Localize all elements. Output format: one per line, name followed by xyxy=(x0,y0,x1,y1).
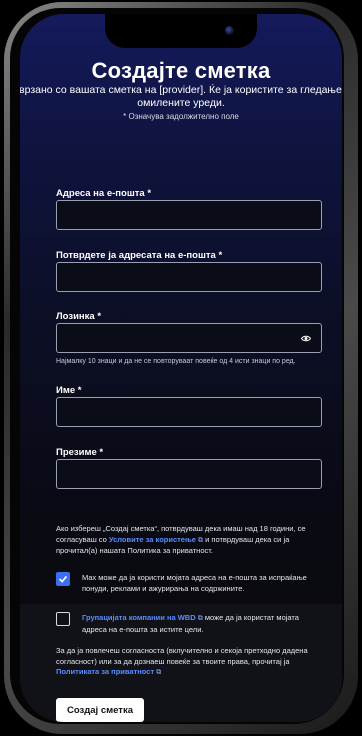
max-consent-text: Max може да ја користи мојата адреса на … xyxy=(82,573,307,593)
terms-notice: Ако избереш „Создај сметка“, потврдуваш … xyxy=(56,524,322,557)
external-link-icon: ⧉ xyxy=(156,669,162,676)
app-screen: Создајте сметка Поврзано со вашата сметк… xyxy=(20,14,342,722)
last-name-label: Презиме * xyxy=(56,447,104,458)
eye-icon[interactable] xyxy=(301,334,311,343)
phone-notch xyxy=(105,14,257,48)
create-account-button[interactable]: Создај сметка xyxy=(56,698,144,722)
wbd-consent-checkbox[interactable] xyxy=(56,612,70,626)
page-subtitle: Поврзано со вашата сметка на [provider].… xyxy=(20,84,342,109)
checkmark-icon xyxy=(58,575,68,583)
confirm-email-label: Потврдете ја адресата на е-пошта * xyxy=(56,250,223,261)
email-field[interactable] xyxy=(56,200,322,230)
required-field-note: * Означува задолжително поле xyxy=(123,112,239,121)
first-name-field[interactable] xyxy=(56,397,322,427)
terms-link[interactable]: Условите за користење xyxy=(109,535,196,544)
privacy-policy-link[interactable]: Политиката за приватност xyxy=(56,667,154,676)
password-field[interactable] xyxy=(56,323,322,353)
confirm-email-field[interactable] xyxy=(56,262,322,292)
wbd-consent-text: Групацијата компании на WBD ⧉ може да ја… xyxy=(82,613,322,635)
last-name-field[interactable] xyxy=(56,459,322,489)
first-name-label: Име * xyxy=(56,385,82,396)
wbd-group-link[interactable]: Групацијата компании на WBD xyxy=(82,613,196,622)
front-camera-icon xyxy=(225,26,234,35)
withdraw-consent-notice: За да ја повлечеш согласноста (вклучител… xyxy=(56,646,322,679)
password-label: Лозинка * xyxy=(56,311,102,322)
withdraw-text: За да ја повлечеш согласноста (вклучител… xyxy=(56,646,308,666)
password-hint: Најмалку 10 знаци и да не се повторуваат… xyxy=(56,358,296,365)
max-consent-checkbox[interactable] xyxy=(56,572,70,586)
email-label: Адреса на е-пошта * xyxy=(56,188,152,199)
page-title: Создајте сметка xyxy=(91,58,271,83)
